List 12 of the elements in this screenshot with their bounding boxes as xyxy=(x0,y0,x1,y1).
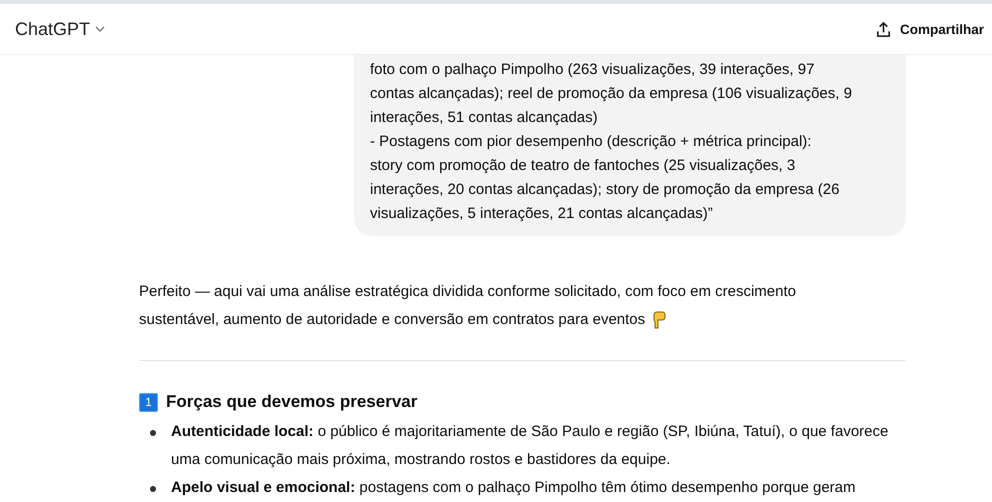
bullet-text: Autenticidade local: o público é majoritariamente de São Paulo e região (SP, Ibiúna, Tatuí), o que favorece uma comunicação mais próxima, mostrando rostos e bastidores da equipe. xyxy=(171,423,888,468)
share-button[interactable]: Compartilhar xyxy=(874,16,984,42)
user-message: foto com o palhaço Pimpolho (263 visualizações, 39 interações, 97 contas alcançadas); reel de promoção da empresa (106 visualizações, 9 interações, 51 contas alcançadas) - Postagens com pior desempenho (descrição + métrica principal): story com promoção de teatro de fantoches (25 visualizações, 3 interações, 20 contas alcançadas); story de promoção da empresa (26 visualizações, 5 interações, 21 contas alcançadas)” xyxy=(354,55,906,236)
model-selector[interactable]: ChatGPT xyxy=(15,14,106,44)
bullet-dot xyxy=(150,486,156,492)
assistant-intro-line: Perfeito — aqui vai uma análise estratégica dividida conforme solicitado, com foco em crescimento xyxy=(139,282,796,302)
share-icon xyxy=(874,20,892,38)
assistant-intro-line: sustentável, aumento de autoridade e conversão em contratos para eventos xyxy=(139,310,646,330)
bullet-text: Apelo visual e emocional: postagens com o palhaço Pimpolho têm ótimo desempenho porque geram xyxy=(171,479,856,496)
bullet-dot xyxy=(150,430,156,436)
section-heading: Forças que devemos preservar xyxy=(166,392,418,412)
number-badge: 1 xyxy=(139,392,158,412)
